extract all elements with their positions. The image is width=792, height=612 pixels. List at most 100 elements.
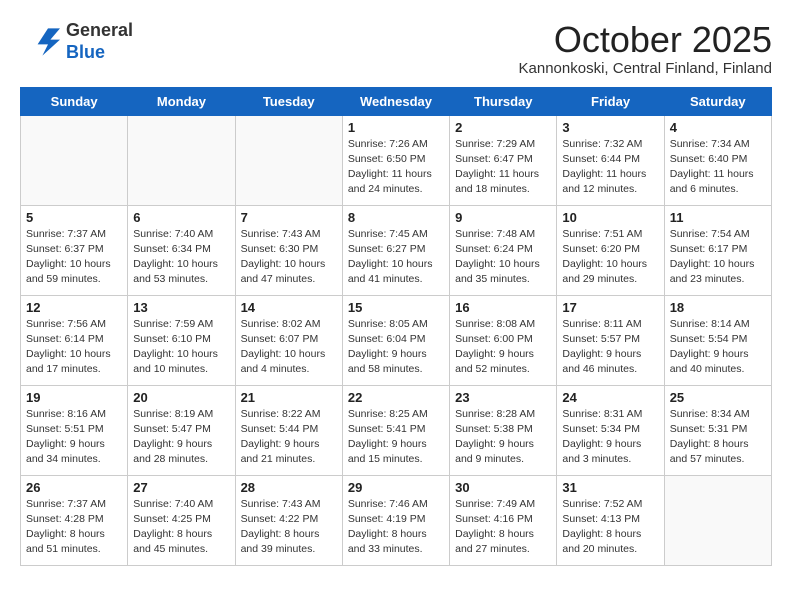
calendar-cell: 2Sunrise: 7:29 AM Sunset: 6:47 PM Daylig… xyxy=(450,115,557,205)
day-number: 14 xyxy=(241,300,337,315)
day-info: Sunrise: 7:56 AM Sunset: 6:14 PM Dayligh… xyxy=(26,317,122,378)
logo: General Blue xyxy=(20,20,133,63)
calendar-cell: 9Sunrise: 7:48 AM Sunset: 6:24 PM Daylig… xyxy=(450,205,557,295)
header-day-sunday: Sunday xyxy=(21,87,128,115)
day-number: 5 xyxy=(26,210,122,225)
calendar-cell: 13Sunrise: 7:59 AM Sunset: 6:10 PM Dayli… xyxy=(128,295,235,385)
calendar-cell: 20 Sunrise: 8:19 AM Sunset: 5:47 PM Dayli… xyxy=(128,385,235,475)
day-number: 29 xyxy=(348,480,444,495)
calendar-cell: 15 Sunrise: 8:05 AM Sunset: 6:04 PM Dayli… xyxy=(342,295,449,385)
week-row-4: 26Sunrise: 7:37 AM Sunset: 4:28 PM Dayli… xyxy=(21,475,772,565)
week-row-3: 19 Sunrise: 8:16 AM Sunset: 5:51 PM Dayli… xyxy=(21,385,772,475)
week-row-2: 12Sunrise: 7:56 AM Sunset: 6:14 PM Dayli… xyxy=(21,295,772,385)
calendar-cell: 19 Sunrise: 8:16 AM Sunset: 5:51 PM Dayli… xyxy=(21,385,128,475)
day-number: 16 xyxy=(455,300,551,315)
day-number: 19 xyxy=(26,390,122,405)
day-info: Sunrise: 8:34 AM Sunset: 5:31 PM Dayligh… xyxy=(670,407,766,468)
day-info: Sunrise: 7:29 AM Sunset: 6:47 PM Dayligh… xyxy=(455,137,551,198)
day-info: Sunrise: 7:43 AM Sunset: 6:30 PM Dayligh… xyxy=(241,227,337,288)
day-info: Sunrise: 8:31 AM Sunset: 5:34 PM Dayligh… xyxy=(562,407,658,468)
day-info: Sunrise: 7:40 AM Sunset: 6:34 PM Dayligh… xyxy=(133,227,229,288)
day-number: 3 xyxy=(562,120,658,135)
day-info: Sunrise: 8:28 AM Sunset: 5:38 PM Dayligh… xyxy=(455,407,551,468)
day-number: 10 xyxy=(562,210,658,225)
day-info: Sunrise: 7:54 AM Sunset: 6:17 PM Dayligh… xyxy=(670,227,766,288)
day-info: Sunrise: 8:16 AM Sunset: 5:51 PM Dayligh… xyxy=(26,407,122,468)
day-info: Sunrise: 7:43 AM Sunset: 4:22 PM Dayligh… xyxy=(241,497,337,558)
calendar-body: 1Sunrise: 7:26 AM Sunset: 6:50 PM Daylig… xyxy=(21,115,772,565)
day-number: 4 xyxy=(670,120,766,135)
day-info: Sunrise: 7:49 AM Sunset: 4:16 PM Dayligh… xyxy=(455,497,551,558)
day-info: Sunrise: 8:22 AM Sunset: 5:44 PM Dayligh… xyxy=(241,407,337,468)
calendar-cell xyxy=(235,115,342,205)
calendar-cell: 16Sunrise: 8:08 AM Sunset: 6:00 PM Dayli… xyxy=(450,295,557,385)
calendar-cell: 1Sunrise: 7:26 AM Sunset: 6:50 PM Daylig… xyxy=(342,115,449,205)
calendar-cell: 26Sunrise: 7:37 AM Sunset: 4:28 PM Dayli… xyxy=(21,475,128,565)
day-number: 1 xyxy=(348,120,444,135)
day-number: 21 xyxy=(241,390,337,405)
calendar-cell: 14 Sunrise: 8:02 AM Sunset: 6:07 PM Dayli… xyxy=(235,295,342,385)
day-number: 17 xyxy=(562,300,658,315)
day-info: Sunrise: 7:46 AM Sunset: 4:19 PM Dayligh… xyxy=(348,497,444,558)
day-number: 8 xyxy=(348,210,444,225)
week-row-0: 1Sunrise: 7:26 AM Sunset: 6:50 PM Daylig… xyxy=(21,115,772,205)
day-info: Sunrise: 7:52 AM Sunset: 4:13 PM Dayligh… xyxy=(562,497,658,558)
calendar-cell xyxy=(128,115,235,205)
header-day-tuesday: Tuesday xyxy=(235,87,342,115)
day-number: 25 xyxy=(670,390,766,405)
header-day-wednesday: Wednesday xyxy=(342,87,449,115)
calendar-cell: 25 Sunrise: 8:34 AM Sunset: 5:31 PM Dayli… xyxy=(664,385,771,475)
calendar-cell: 11Sunrise: 7:54 AM Sunset: 6:17 PM Dayli… xyxy=(664,205,771,295)
day-info: Sunrise: 7:48 AM Sunset: 6:24 PM Dayligh… xyxy=(455,227,551,288)
day-number: 7 xyxy=(241,210,337,225)
day-number: 18 xyxy=(670,300,766,315)
day-number: 22 xyxy=(348,390,444,405)
logo-text: General Blue xyxy=(66,20,133,63)
day-info: Sunrise: 7:40 AM Sunset: 4:25 PM Dayligh… xyxy=(133,497,229,558)
calendar-cell xyxy=(21,115,128,205)
header-day-thursday: Thursday xyxy=(450,87,557,115)
calendar-cell: 22 Sunrise: 8:25 AM Sunset: 5:41 PM Dayli… xyxy=(342,385,449,475)
day-info: Sunrise: 8:19 AM Sunset: 5:47 PM Dayligh… xyxy=(133,407,229,468)
calendar-table: SundayMondayTuesdayWednesdayThursdayFrid… xyxy=(20,87,772,566)
day-number: 24 xyxy=(562,390,658,405)
calendar-cell: 7 Sunrise: 7:43 AM Sunset: 6:30 PM Daylig… xyxy=(235,205,342,295)
calendar-cell: 24 Sunrise: 8:31 AM Sunset: 5:34 PM Dayli… xyxy=(557,385,664,475)
header-row: SundayMondayTuesdayWednesdayThursdayFrid… xyxy=(21,87,772,115)
day-number: 20 xyxy=(133,390,229,405)
day-info: Sunrise: 7:32 AM Sunset: 6:44 PM Dayligh… xyxy=(562,137,658,198)
day-info: Sunrise: 8:05 AM Sunset: 6:04 PM Dayligh… xyxy=(348,317,444,378)
day-number: 6 xyxy=(133,210,229,225)
title-section: October 2025 Kannonkoski, Central Finlan… xyxy=(519,20,772,77)
day-number: 15 xyxy=(348,300,444,315)
calendar-cell: 18Sunrise: 8:14 AM Sunset: 5:54 PM Dayli… xyxy=(664,295,771,385)
logo-icon xyxy=(20,22,60,62)
day-info: Sunrise: 7:45 AM Sunset: 6:27 PM Dayligh… xyxy=(348,227,444,288)
day-info: Sunrise: 7:37 AM Sunset: 6:37 PM Dayligh… xyxy=(26,227,122,288)
day-info: Sunrise: 7:51 AM Sunset: 6:20 PM Dayligh… xyxy=(562,227,658,288)
logo-general: General xyxy=(66,20,133,42)
calendar-cell: 6 Sunrise: 7:40 AM Sunset: 6:34 PM Daylig… xyxy=(128,205,235,295)
calendar-cell: 17 Sunrise: 8:11 AM Sunset: 5:57 PM Dayli… xyxy=(557,295,664,385)
calendar-cell: 29 Sunrise: 7:46 AM Sunset: 4:19 PM Dayli… xyxy=(342,475,449,565)
month-title: October 2025 xyxy=(519,20,772,60)
day-info: Sunrise: 8:25 AM Sunset: 5:41 PM Dayligh… xyxy=(348,407,444,468)
day-info: Sunrise: 8:02 AM Sunset: 6:07 PM Dayligh… xyxy=(241,317,337,378)
logo-blue: Blue xyxy=(66,42,133,64)
calendar-cell: 3 Sunrise: 7:32 AM Sunset: 6:44 PM Daylig… xyxy=(557,115,664,205)
day-number: 28 xyxy=(241,480,337,495)
header-day-monday: Monday xyxy=(128,87,235,115)
calendar-cell: 23Sunrise: 8:28 AM Sunset: 5:38 PM Dayli… xyxy=(450,385,557,475)
header-day-friday: Friday xyxy=(557,87,664,115)
calendar-cell xyxy=(664,475,771,565)
calendar-cell: 31Sunrise: 7:52 AM Sunset: 4:13 PM Dayli… xyxy=(557,475,664,565)
day-number: 27 xyxy=(133,480,229,495)
day-info: Sunrise: 8:11 AM Sunset: 5:57 PM Dayligh… xyxy=(562,317,658,378)
header-day-saturday: Saturday xyxy=(664,87,771,115)
day-number: 30 xyxy=(455,480,551,495)
calendar-cell: 12Sunrise: 7:56 AM Sunset: 6:14 PM Dayli… xyxy=(21,295,128,385)
day-info: Sunrise: 7:34 AM Sunset: 6:40 PM Dayligh… xyxy=(670,137,766,198)
calendar-cell: 28 Sunrise: 7:43 AM Sunset: 4:22 PM Dayli… xyxy=(235,475,342,565)
calendar-cell: 4 Sunrise: 7:34 AM Sunset: 6:40 PM Daylig… xyxy=(664,115,771,205)
day-number: 13 xyxy=(133,300,229,315)
